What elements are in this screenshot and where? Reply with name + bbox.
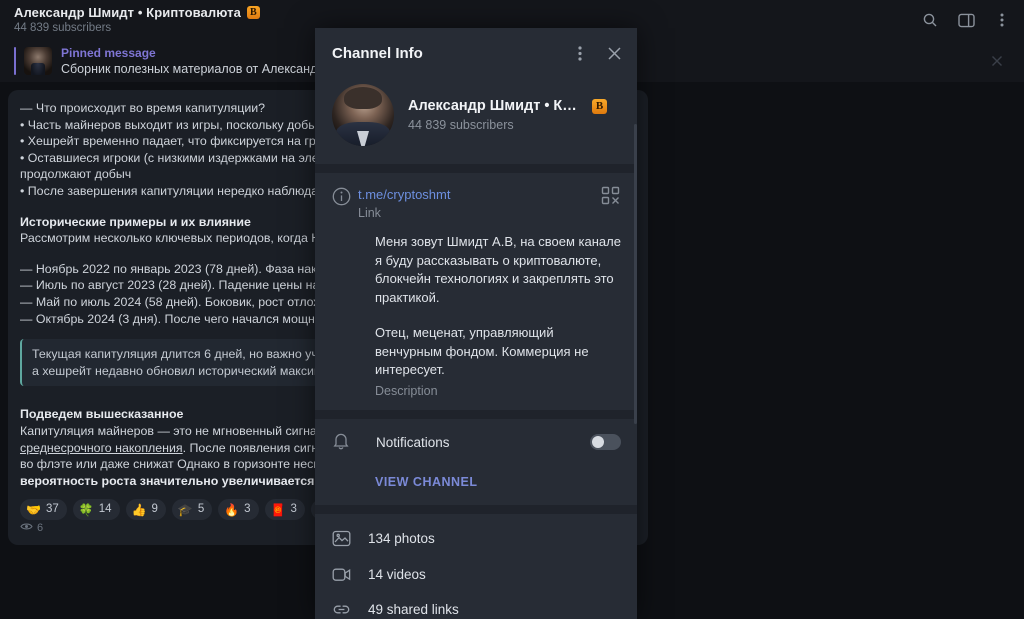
reaction-count: 14: [98, 503, 112, 516]
bitcoin-badge-icon: B: [592, 98, 607, 114]
eye-icon: [20, 520, 33, 537]
panel-name-row: Александр Шмидт • Крипто… B: [408, 98, 607, 114]
media-label: 134 photos: [368, 530, 435, 546]
media-label: 49 shared links: [368, 601, 459, 617]
chat-title-text: Александр Шмидт • Криптовалюта: [14, 5, 241, 20]
reaction-chip[interactable]: 🤝 37: [20, 499, 67, 521]
toggle-knob: [592, 436, 604, 448]
panel-link-label: Link: [358, 206, 381, 220]
chat-title: Александр Шмидт • Криптовалюта B: [14, 5, 260, 20]
close-icon[interactable]: [603, 42, 625, 64]
link-icon: [332, 602, 358, 617]
panel-description[interactable]: Меня зовут Шмидт А.В, на своем канале я …: [315, 233, 637, 410]
qr-code-icon[interactable]: [601, 186, 623, 208]
reaction-chip[interactable]: 🎓 5: [171, 499, 213, 521]
panel-profile-texts: Александр Шмидт • Крипто… B 44 839 subsc…: [408, 98, 607, 132]
notifications-label: Notifications: [376, 434, 450, 450]
divider: [315, 409, 637, 419]
reaction-emoji: 🍀: [78, 502, 94, 517]
reaction-count: 37: [45, 503, 59, 516]
panel-description-p1: Меня зовут Шмидт А.В, на своем канале я …: [375, 234, 621, 305]
reaction-emoji: 👍: [131, 502, 147, 517]
pinned-thumbnail: [24, 47, 52, 75]
pinned-texts: Pinned message Сборник полезных материал…: [61, 46, 346, 77]
panel-link-body: t.me/cryptoshmt Link: [358, 186, 593, 220]
panel-topbar-actions: [569, 42, 625, 64]
panel-topbar: Channel Info: [315, 28, 637, 78]
media-row-links[interactable]: 49 shared links: [315, 592, 637, 619]
reaction-count: 3: [290, 503, 297, 516]
video-icon: [332, 567, 358, 582]
bell-icon: [332, 430, 350, 455]
panel-title: Channel Info: [332, 44, 423, 62]
photo-icon: [332, 530, 358, 547]
divider: [315, 164, 637, 173]
panel-link-row[interactable]: t.me/cryptoshmt Link: [315, 173, 637, 233]
reaction-count: 5: [197, 503, 205, 516]
reaction-emoji: 🧧: [270, 502, 286, 517]
panel-description-label: Description: [375, 383, 438, 398]
panel-about-section: t.me/cryptoshmt Link Меня зовут Шмидт А.…: [315, 173, 637, 410]
panel-description-p2: Отец, меценат, управляющий венчурным фон…: [375, 325, 589, 377]
info-icon: [332, 186, 358, 220]
more-options-icon[interactable]: [992, 10, 1012, 30]
notifications-toggle[interactable]: [590, 434, 621, 450]
header-actions: [920, 10, 1012, 30]
reaction-count: 9: [151, 503, 158, 516]
media-label: 14 videos: [368, 566, 426, 582]
media-row-photos[interactable]: 134 photos: [315, 520, 637, 557]
pinned-stripe: [14, 47, 16, 75]
panel-subscribers: 44 839 subscribers: [408, 118, 514, 132]
views-count: 6: [37, 522, 44, 535]
panel-profile[interactable]: Александр Шмидт • Крипто… B 44 839 subsc…: [315, 78, 637, 164]
avatar[interactable]: [332, 84, 394, 146]
panel-notifications-section: Notifications VIEW CHANNEL: [315, 418, 637, 505]
avatar-detail: [344, 87, 382, 109]
channel-info-panel: Channel Info Александр Шмидт • Кри B 44 …: [315, 28, 637, 619]
search-icon[interactable]: [920, 10, 940, 30]
reaction-chip[interactable]: 🧧 3: [264, 499, 305, 521]
reaction-chip[interactable]: 👍 9: [125, 499, 166, 521]
notifications-row[interactable]: Notifications: [315, 419, 637, 466]
reaction-emoji: 🔥: [224, 502, 240, 517]
divider: [315, 504, 637, 514]
bitcoin-badge-icon: B: [246, 6, 260, 19]
chat-header-info[interactable]: Александр Шмидт • Криптовалюта B 44 839 …: [14, 5, 260, 35]
more-options-icon[interactable]: [569, 42, 591, 64]
media-row-videos[interactable]: 14 videos: [315, 557, 637, 592]
reaction-emoji: 🤝: [26, 502, 41, 517]
reaction-emoji: 🎓: [177, 502, 193, 517]
reaction-chip[interactable]: 🔥 3: [218, 499, 259, 521]
message-paragraph-part: Капитуляция майнеров — это не мгновенный…: [20, 423, 350, 438]
reaction-count: 3: [244, 503, 251, 516]
view-channel-button[interactable]: VIEW CHANNEL: [315, 466, 637, 505]
reaction-chip[interactable]: 🍀 14: [72, 499, 120, 521]
panel-media-list: 134 photos 14 videos 49 shared links: [315, 514, 637, 619]
sidebar-toggle-icon[interactable]: [956, 10, 976, 30]
pinned-text: Сборник полезных материалов от Александр…: [61, 61, 347, 76]
panel-scrollbar[interactable]: [634, 124, 637, 424]
chat-subscribers: 44 839 subscribers: [14, 22, 112, 34]
telegram-window: Александр Шмидт • Криптовалюта B 44 839 …: [0, 0, 1024, 619]
panel-channel-name: Александр Шмидт • Крипто…: [408, 98, 584, 114]
pinned-label: Pinned message: [61, 45, 156, 60]
panel-link-value[interactable]: t.me/cryptoshmt: [358, 186, 593, 203]
close-icon[interactable]: [988, 52, 1006, 70]
